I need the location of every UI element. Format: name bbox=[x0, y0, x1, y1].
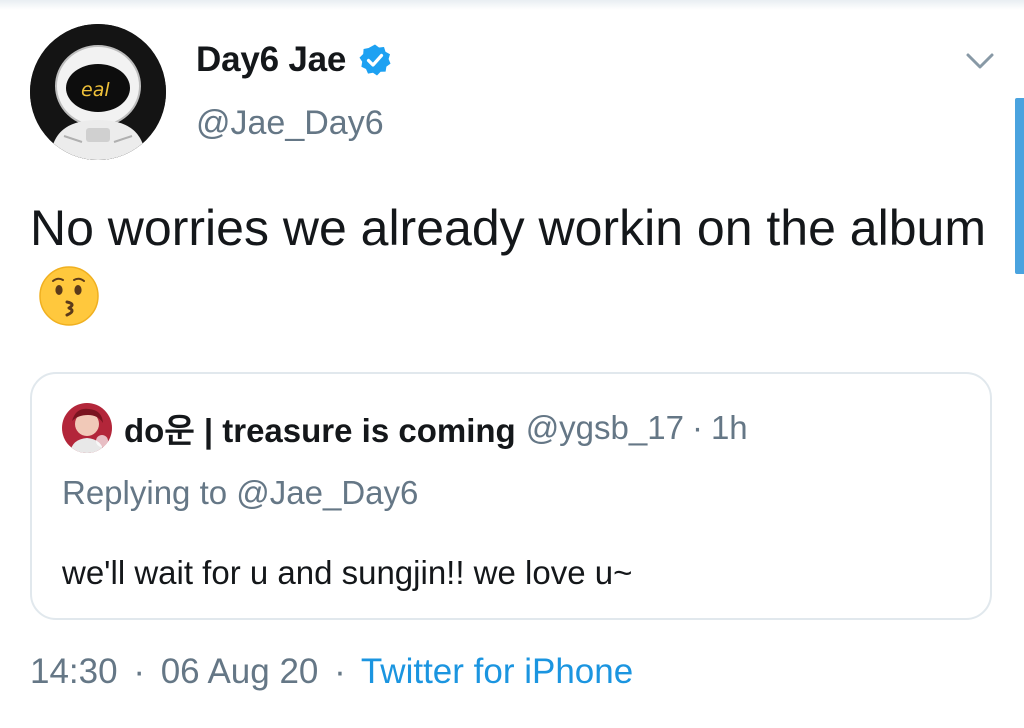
tweet-footer: 14:30 · 06 Aug 20 · Twitter for iPhone bbox=[30, 652, 633, 692]
author-display-name[interactable]: Day6 Jae bbox=[196, 40, 346, 80]
tweet-source-link[interactable]: Twitter for iPhone bbox=[361, 652, 633, 691]
quoted-tweet-header: do운 | treasure is coming @ygsb_17 · 1h bbox=[62, 402, 748, 454]
author-handle[interactable]: @Jae_Day6 bbox=[196, 104, 384, 143]
quoted-tweet-text: we'll wait for u and sungjin!! we love u… bbox=[62, 554, 633, 591]
separator-dot: · bbox=[133, 652, 145, 691]
svg-text:eal: eal bbox=[81, 79, 110, 101]
quoted-tweet-card[interactable]: do운 | treasure is coming @ygsb_17 · 1h R… bbox=[30, 372, 992, 620]
author-name-row: Day6 Jae bbox=[196, 38, 392, 82]
tweet-date: 06 Aug 20 bbox=[160, 652, 319, 691]
quoted-author-name: do운 | treasure is coming bbox=[124, 412, 516, 449]
quoted-author-avatar bbox=[62, 403, 112, 453]
scroll-indicator[interactable] bbox=[1015, 98, 1024, 274]
quoted-author-handle: @ygsb_17 bbox=[525, 409, 684, 446]
astronaut-avatar-icon: eal bbox=[30, 24, 166, 160]
quoted-tweet-time: 1h bbox=[710, 409, 748, 446]
separator-dot: · bbox=[334, 652, 346, 691]
tweet-text-content: No worries we already workin on the albu… bbox=[30, 200, 986, 256]
chevron-down-icon bbox=[966, 53, 994, 69]
tweet-time: 14:30 bbox=[30, 652, 118, 691]
top-edge-shadow bbox=[0, 0, 1024, 10]
replying-to-line: Replying to @Jae_Day6 bbox=[62, 474, 419, 511]
tweet-menu-button[interactable] bbox=[958, 44, 1002, 78]
user-photo-avatar-icon bbox=[62, 403, 112, 453]
tweet-text: No worries we already workin on the albu… bbox=[30, 194, 990, 330]
separator-dot: · bbox=[691, 409, 703, 446]
kissing-face-emoji-icon bbox=[38, 265, 100, 327]
author-avatar[interactable]: eal bbox=[30, 24, 166, 160]
verified-badge-icon bbox=[358, 43, 392, 77]
